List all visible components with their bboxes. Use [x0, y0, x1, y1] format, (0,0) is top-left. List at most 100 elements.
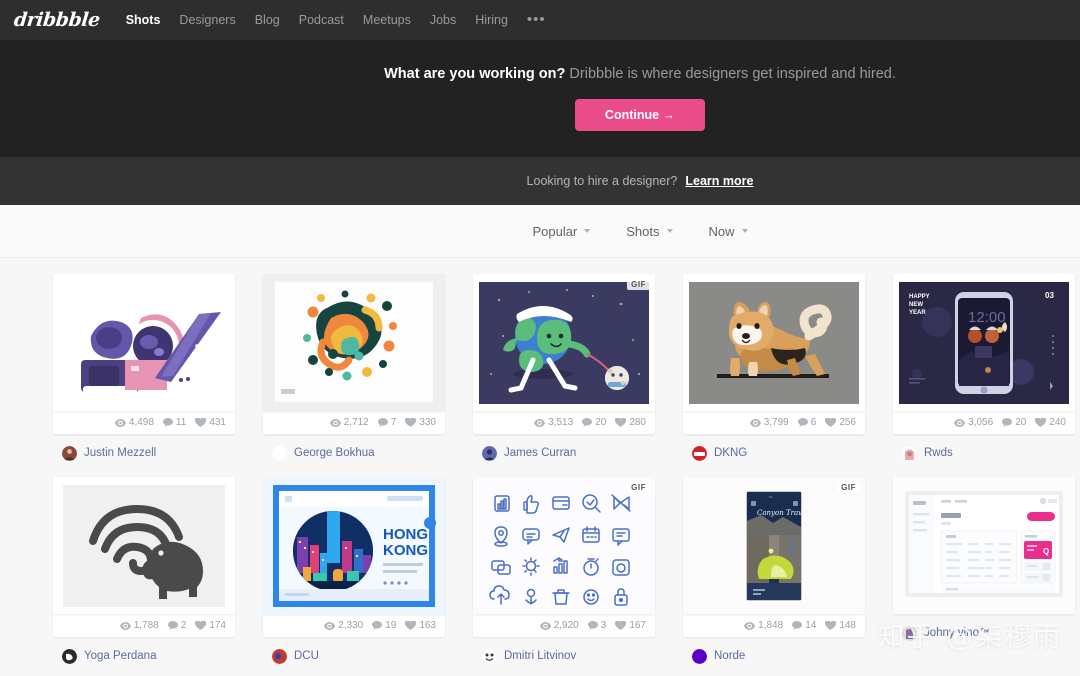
shot-thumbnail[interactable]: Q: [893, 477, 1075, 614]
nav-item-jobs[interactable]: Jobs: [430, 13, 456, 27]
shot-card[interactable]: 2,712 7 330 George Bokhua: [263, 274, 445, 464]
author-link[interactable]: Justin Mezzell: [84, 447, 156, 459]
comments-stat: 14: [792, 620, 816, 631]
avatar[interactable]: [482, 648, 497, 664]
heart-icon: [615, 418, 627, 427]
continue-button[interactable]: Continue →: [574, 99, 706, 131]
author-link[interactable]: DCU: [294, 650, 319, 662]
likes-count: 167: [629, 620, 646, 631]
shot-card[interactable]: Q Johny vino™: [893, 477, 1075, 667]
comments-count: 14: [805, 620, 817, 631]
author-link[interactable]: Johny vino™: [924, 627, 990, 639]
shot-byline: Johny vino™: [893, 614, 1075, 644]
shot-card[interactable]: HONG KONG 2,330 19 163 DCU: [263, 477, 445, 667]
svg-text:HAPPY: HAPPY: [909, 294, 930, 300]
shot-artwork-canyon-travel-app: ••• Canyon Travel: [683, 477, 865, 614]
shot-thumbnail[interactable]: [683, 274, 865, 411]
hire-bar-text: Looking to hire a designer?: [526, 174, 678, 188]
shot-artwork-camera-telescope: [53, 274, 235, 411]
shot-thumbnail[interactable]: HONG KONG: [263, 477, 445, 614]
svg-text:YEAR: YEAR: [909, 310, 926, 316]
learn-more-link[interactable]: Learn more: [685, 174, 753, 188]
shot-stats: 2,712 7 330: [263, 411, 445, 434]
avatar[interactable]: [482, 445, 497, 461]
sort-filter[interactable]: Popular: [532, 223, 591, 239]
avatar[interactable]: [902, 445, 917, 461]
shot-card[interactable]: 4,498 11 431 Justin Mezzell: [53, 274, 235, 464]
author-link[interactable]: DKNG: [714, 447, 747, 459]
nav-item-designers[interactable]: Designers: [179, 13, 235, 27]
views-count: 4,498: [128, 417, 154, 428]
comment-icon: [372, 621, 383, 630]
heart-icon: [825, 418, 837, 427]
views-count: 2,920: [553, 620, 579, 631]
more-menu-icon[interactable]: •••: [527, 12, 546, 27]
avatar[interactable]: [692, 648, 707, 664]
shot-card[interactable]: HAPPY NEW YEAR 03 12:00 3,056 20 240 Rwds: [893, 274, 1075, 464]
shot-thumbnail[interactable]: GIF: [473, 477, 655, 614]
nav-item-podcast[interactable]: Podcast: [299, 13, 344, 27]
comment-icon: [377, 418, 388, 427]
shot-card[interactable]: GIF 3,513 20 280 James Curran: [473, 274, 655, 464]
shot-artwork-wifi-elephant: [53, 477, 235, 614]
shot-thumbnail[interactable]: [53, 274, 235, 411]
author-link[interactable]: Yoga Perdana: [84, 650, 156, 662]
nav-item-meetups[interactable]: Meetups: [363, 13, 411, 27]
avatar[interactable]: [902, 625, 917, 641]
shot-card[interactable]: GIF 2,920 3 167 Dmitri Litvinov: [473, 477, 655, 667]
eye-icon: [749, 418, 761, 427]
shot-card[interactable]: 3,799 6 256 DKNG: [683, 274, 865, 464]
nav-item-blog[interactable]: Blog: [255, 13, 280, 27]
shot-thumbnail[interactable]: [263, 274, 445, 411]
eye-icon: [534, 418, 546, 427]
dribbble-logo[interactable]: dribbble: [13, 9, 101, 31]
comments-stat: 7: [377, 417, 397, 428]
avatar[interactable]: [272, 648, 287, 664]
views-stat: 4,498: [114, 417, 154, 428]
comment-icon: [792, 621, 803, 630]
comments-count: 19: [385, 620, 397, 631]
author-link[interactable]: George Bokhua: [294, 447, 375, 459]
author-link[interactable]: James Curran: [504, 447, 576, 459]
shot-byline: Rwds: [893, 434, 1075, 464]
comment-icon: [797, 418, 808, 427]
author-link[interactable]: Rwds: [924, 447, 953, 459]
avatar[interactable]: [692, 445, 707, 461]
avatar[interactable]: [62, 648, 77, 664]
shot-artwork-pink-dashboard-ui: Q: [893, 477, 1075, 614]
shot-byline: Justin Mezzell: [53, 434, 235, 464]
shot-thumbnail[interactable]: [53, 477, 235, 614]
type-filter[interactable]: Shots: [626, 224, 673, 239]
comment-icon: [1002, 418, 1013, 427]
avatar[interactable]: [62, 445, 77, 461]
shot-thumbnail[interactable]: ••• Canyon Travel GIF: [683, 477, 865, 614]
shot-card[interactable]: 1,788 2 174 Yoga Perdana: [53, 477, 235, 667]
views-count: 3,513: [548, 417, 574, 428]
author-link[interactable]: Norde: [714, 650, 745, 662]
author-link[interactable]: Dmitri Litvinov: [504, 650, 576, 662]
shot-thumbnail[interactable]: GIF: [473, 274, 655, 411]
comments-stat: 20: [1002, 417, 1026, 428]
comments-count: 11: [175, 417, 187, 428]
time-filter[interactable]: Now: [709, 224, 748, 239]
comments-stat: 20: [582, 417, 606, 428]
heart-icon: [195, 621, 207, 630]
comment-icon: [587, 621, 598, 630]
likes-stat: 431: [195, 417, 226, 428]
heart-icon: [825, 621, 837, 630]
avatar[interactable]: [272, 445, 287, 461]
views-stat: 3,513: [534, 417, 573, 428]
nav-item-shots[interactable]: Shots: [126, 13, 161, 27]
views-stat: 2,712: [329, 417, 369, 428]
comments-stat: 11: [162, 417, 187, 428]
shot-thumbnail[interactable]: HAPPY NEW YEAR 03 12:00: [893, 274, 1075, 411]
sort-filter-label: Popular: [532, 223, 578, 239]
comments-count: 20: [1015, 417, 1027, 428]
likes-count: 256: [839, 417, 856, 428]
comments-count: 7: [390, 417, 397, 428]
shot-card[interactable]: ••• Canyon Travel GIF 1,848 14 148 Norde: [683, 477, 865, 667]
likes-count: 431: [209, 417, 226, 428]
nav-item-hiring[interactable]: Hiring: [475, 13, 508, 27]
views-count: 1,788: [133, 620, 159, 631]
svg-text:03: 03: [1045, 291, 1054, 300]
